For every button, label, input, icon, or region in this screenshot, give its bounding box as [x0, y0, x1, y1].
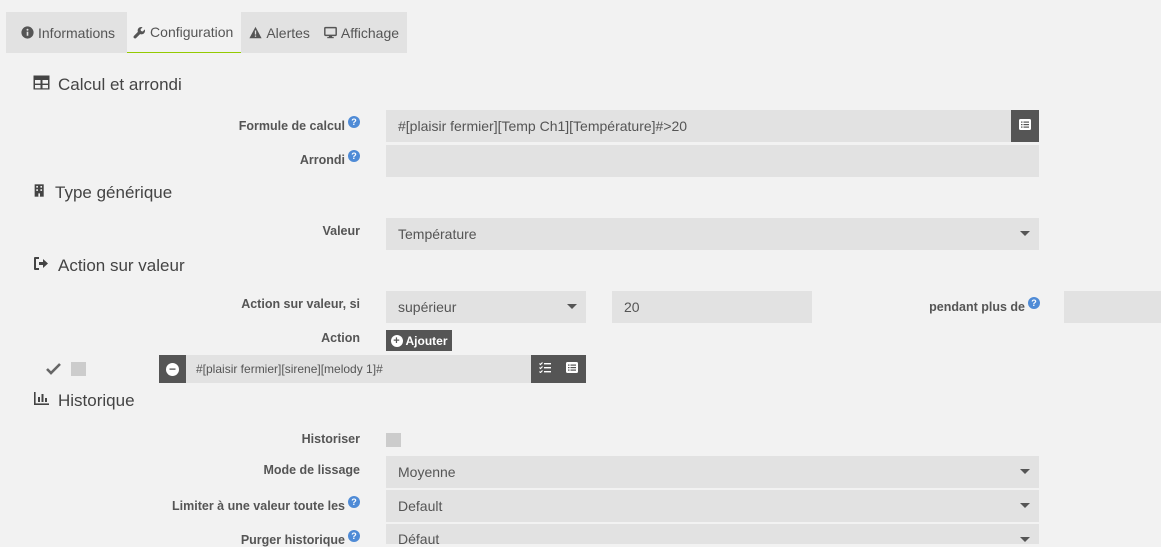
tab-label: Affichage: [340, 24, 400, 41]
section-title: Action sur valeur: [58, 256, 185, 275]
section-title: Historique: [58, 391, 135, 410]
valeur-select[interactable]: Température: [386, 218, 1039, 250]
label-text: pendant plus de: [929, 300, 1025, 315]
label-text: Purger historique: [240, 533, 345, 547]
limiter-label: Limiter à une valeur toute les?: [100, 496, 360, 513]
tab-bar: Informations Configuration Alertes Affic…: [6, 12, 408, 54]
help-icon[interactable]: ?: [348, 116, 360, 128]
lissage-value: Moyenne: [398, 464, 456, 480]
action-command-input[interactable]: #[plaisir fermier][sirene][melody 1]#: [186, 355, 531, 383]
arrondi-label: Arrondi?: [180, 150, 360, 167]
action-label: Action: [321, 331, 360, 345]
add-button-label: Ajouter: [405, 333, 448, 348]
limiter-value: Default: [398, 498, 443, 514]
limiter-select[interactable]: Default: [386, 490, 1039, 522]
tab-informations[interactable]: Informations: [6, 12, 128, 53]
list-icon: [566, 360, 578, 378]
operator-value: supérieur: [398, 299, 457, 315]
info-circle-icon: [21, 26, 34, 39]
tasks-icon: [538, 360, 551, 378]
minus-circle-icon: −: [166, 362, 179, 376]
section-action: Action sur valeur: [33, 256, 185, 276]
lissage-label: Mode de lissage: [263, 463, 360, 477]
add-action-button[interactable]: + Ajouter: [386, 330, 452, 351]
help-icon[interactable]: ?: [348, 530, 360, 542]
valeur-value: Température: [398, 226, 477, 242]
tab-configuration[interactable]: Configuration: [127, 12, 242, 53]
list-icon: [1019, 117, 1031, 135]
wrench-icon: [133, 26, 146, 39]
formule-label: Formule de calcul?: [180, 116, 360, 133]
section-title: Type générique: [55, 183, 173, 202]
threshold-value: 20: [624, 299, 640, 315]
label-text: Limiter à une valeur toute les: [172, 499, 345, 514]
section-type: Type générique: [33, 183, 172, 203]
section-title: Calcul et arrondi: [58, 75, 182, 94]
purger-value: Défaut: [398, 531, 440, 547]
section-historique: Historique: [33, 391, 135, 411]
label-text: Arrondi: [299, 153, 345, 168]
action-si-label: Action sur valeur, si: [241, 297, 360, 311]
options-button[interactable]: [531, 355, 558, 383]
lissage-select[interactable]: Moyenne: [386, 456, 1039, 488]
list-button[interactable]: [1011, 110, 1039, 142]
purger-select[interactable]: Défaut: [386, 524, 1039, 547]
section-calcul: Calcul et arrondi: [33, 75, 182, 95]
bar-chart-icon: [33, 391, 58, 411]
historiser-checkbox[interactable]: [386, 433, 401, 447]
tab-alertes[interactable]: Alertes: [241, 12, 312, 53]
help-icon[interactable]: ?: [348, 150, 360, 162]
remove-action-button[interactable]: −: [159, 355, 186, 383]
command-list-button[interactable]: [558, 355, 586, 383]
historiser-label: Historiser: [301, 432, 360, 446]
help-icon[interactable]: ?: [1028, 297, 1040, 309]
label-text: Formule de calcul: [238, 119, 345, 134]
plus-circle-icon: +: [390, 334, 403, 347]
help-icon[interactable]: ?: [348, 496, 360, 508]
action-enable-checkbox[interactable]: [71, 362, 86, 376]
warning-icon: [249, 26, 262, 39]
threshold-input[interactable]: 20: [612, 291, 812, 323]
operator-select[interactable]: supérieur: [386, 291, 586, 323]
table-icon: [33, 75, 58, 95]
purger-label: Purger historique?: [180, 530, 360, 547]
tab-label: Informations: [38, 24, 116, 41]
tab-label: Alertes: [266, 24, 310, 41]
arrondi-input[interactable]: [386, 145, 1039, 177]
sign-out-icon: [33, 256, 58, 276]
pendant-input[interactable]: [1064, 291, 1161, 323]
tab-affichage[interactable]: Affichage: [311, 12, 408, 53]
valeur-label: Valeur: [322, 224, 360, 238]
pendant-label: pendant plus de?: [880, 297, 1040, 314]
building-icon: [33, 183, 55, 203]
check-icon[interactable]: [46, 362, 61, 380]
formule-input[interactable]: #[plaisir fermier][Temp Ch1][Température…: [386, 110, 1011, 142]
tab-label: Configuration: [150, 24, 234, 40]
monitor-icon: [323, 26, 337, 39]
command-value: #[plaisir fermier][sirene][melody 1]#: [196, 362, 383, 376]
formule-value: #[plaisir fermier][Temp Ch1][Température…: [398, 118, 688, 134]
